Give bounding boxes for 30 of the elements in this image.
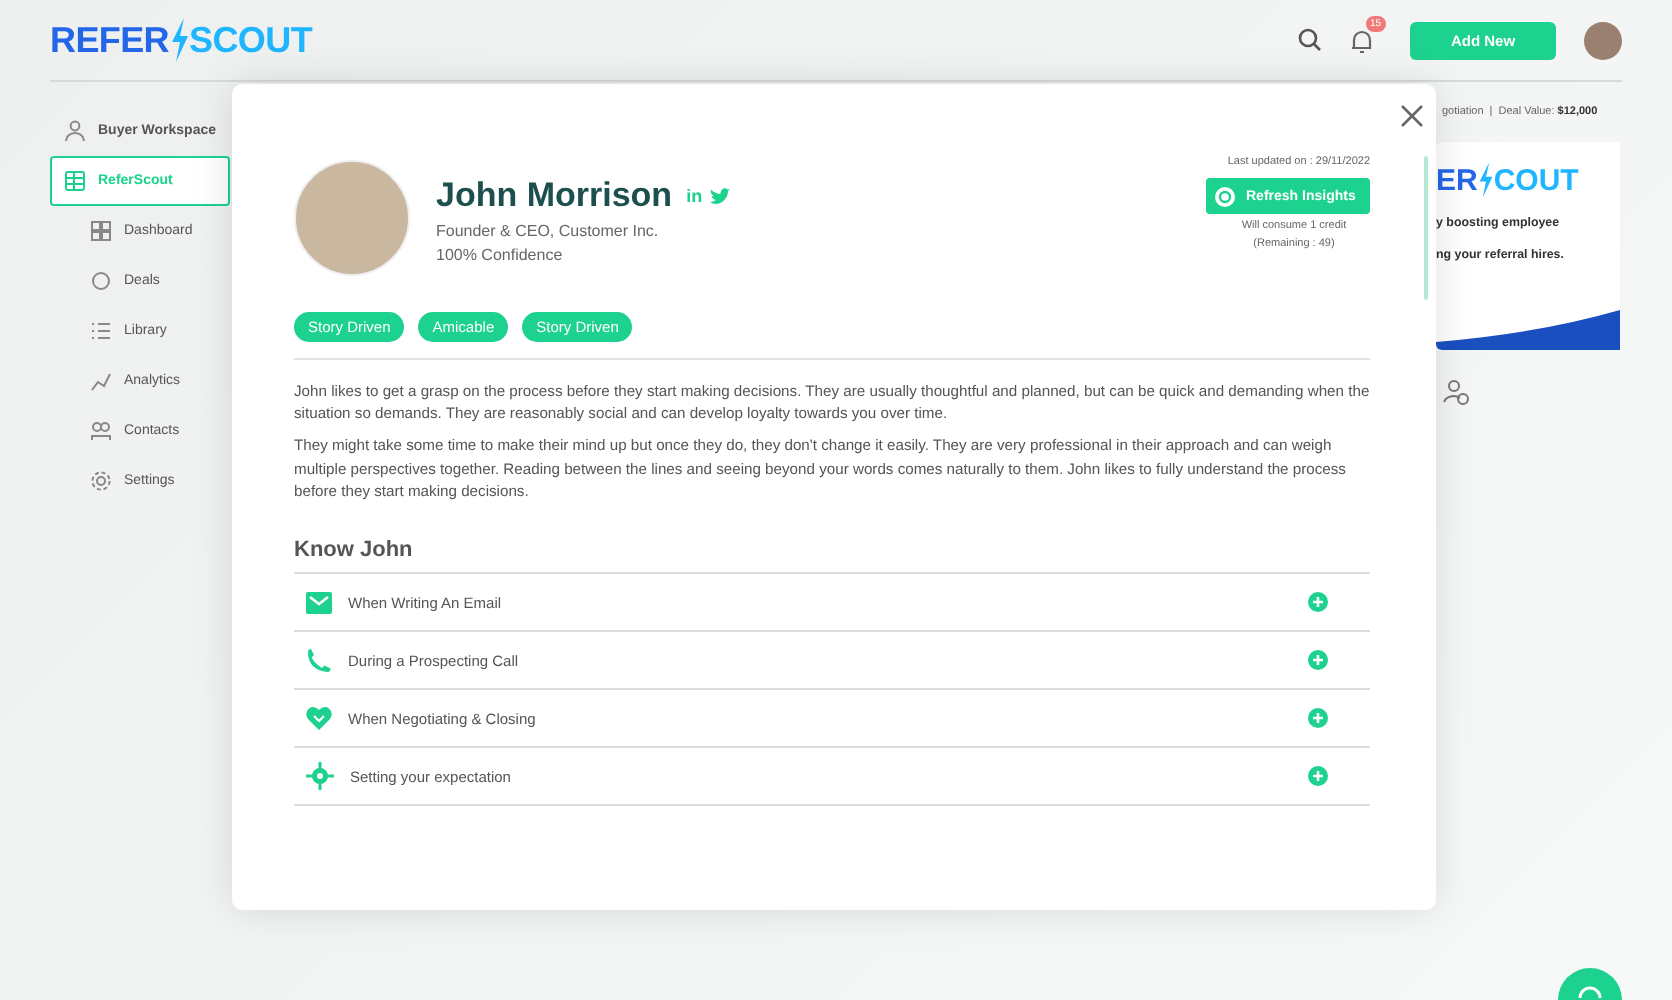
- referscout-logo: REFER SCOUT: [50, 18, 313, 62]
- grid-icon: [64, 170, 86, 192]
- chat-icon: [1576, 982, 1604, 998]
- scrollbar[interactable]: [1424, 156, 1428, 300]
- search-icon[interactable]: [1298, 28, 1322, 52]
- plus-icon[interactable]: [1308, 708, 1328, 729]
- plus-icon[interactable]: [1308, 592, 1328, 613]
- bird-icon[interactable]: [710, 187, 731, 205]
- contact-name: John Morrison: [436, 176, 673, 216]
- ring-icon: [90, 270, 112, 292]
- list-icon: [90, 320, 112, 342]
- chart-icon: [90, 370, 112, 392]
- add-user-icon[interactable]: [1442, 378, 1470, 406]
- avatar[interactable]: [1584, 21, 1622, 59]
- dashboard-icon: [90, 220, 112, 242]
- contact-title: Founder & CEO, Customer Inc.: [436, 222, 661, 240]
- envelope-icon: [306, 591, 332, 614]
- phone-icon: [306, 647, 332, 674]
- gear-icon: [90, 470, 112, 492]
- confidence-text: 100% Confidence: [436, 246, 565, 264]
- heart-handshake-icon: [306, 706, 332, 731]
- plus-icon[interactable]: [1308, 650, 1328, 671]
- refresh-icon: [1214, 185, 1236, 207]
- people-icon: [90, 420, 112, 442]
- notification-bell-icon[interactable]: [1350, 27, 1374, 53]
- person-icon: [64, 120, 86, 142]
- plus-icon[interactable]: [1308, 766, 1328, 787]
- section-heading: Know John: [294, 538, 415, 563]
- crosshair-icon: [306, 762, 334, 791]
- close-icon[interactable]: [1400, 104, 1424, 128]
